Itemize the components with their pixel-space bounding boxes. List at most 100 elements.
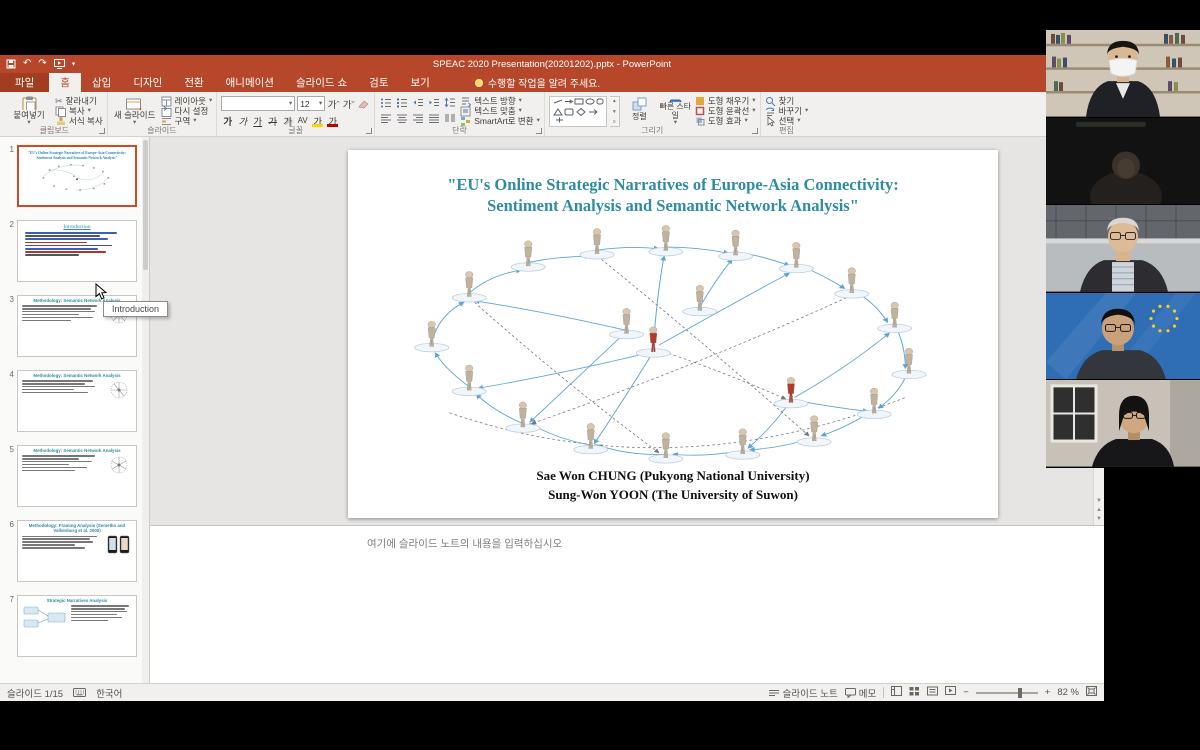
thumbnail-scrollbar[interactable] <box>142 137 149 683</box>
slide-thumbnail-5[interactable]: 5 Methodology: Semantic Network Analysis <box>4 445 137 507</box>
slide-title: "EU's Online Strategic Narratives of Eur… <box>376 174 970 217</box>
thumbnail-number: 1 <box>4 145 14 207</box>
notes-pane[interactable]: 여기에 슬라이드 노트의 내용을 입력하십시오 <box>150 525 1104 683</box>
shrink-font-button[interactable]: 가ˇ <box>342 97 355 110</box>
notes-icon <box>768 688 780 698</box>
arrange-icon <box>632 97 647 112</box>
font-group-label: 글꼴 <box>217 125 374 136</box>
zoom-percent[interactable]: 82 % <box>1057 687 1079 698</box>
tab-design[interactable]: 디자인 <box>122 73 173 92</box>
slide-editing-area[interactable]: "EU's Online Strategic Narratives of Eur… <box>348 150 998 518</box>
language-indicator[interactable]: 한국어 <box>96 686 122 700</box>
grow-font-button[interactable]: 가ˆ <box>327 97 340 110</box>
powerpoint-window: ↶ ↷ ▾ SPEAC 2020 Presentation(20201202).… <box>0 55 1104 701</box>
slide-thumbnail-7[interactable]: 7 Strategic Narratives Analysis <box>4 595 137 657</box>
decrease-indent-button[interactable] <box>411 96 425 109</box>
zoom-out-button[interactable]: − <box>963 687 969 698</box>
participant-video-5[interactable] <box>1046 380 1200 468</box>
columns-button[interactable] <box>443 112 457 125</box>
slideshow-view-button[interactable] <box>945 686 956 699</box>
clipboard-group: 붙여넣기▾ ✂잘라내기 복사▾ 서식 복사 클립보드 <box>2 92 108 136</box>
clipboard-dialog-launcher[interactable] <box>99 128 105 134</box>
drawing-group: ▲▼≡ 정렬 빠른 스타일▾ 도형 채우기▾ 도형 윤곽선▾ 도형 효과▾ 그리… <box>545 92 761 136</box>
slide-sorter-view-button[interactable] <box>909 686 920 699</box>
mini-network-image <box>25 161 129 193</box>
mini-phones-image <box>106 535 132 555</box>
thumbnail-number: 6 <box>4 520 14 582</box>
slide-canvas: "EU's Online Strategic Narratives of Eur… <box>150 137 1104 525</box>
font-size-combo[interactable]: 12▾ <box>297 96 325 111</box>
zoom-slider-thumb[interactable] <box>1018 688 1022 698</box>
tab-review[interactable]: 검토 <box>358 73 399 92</box>
status-bar: 슬라이드 1/15 한국어 슬라이드 노트 메모 − + 82 % <box>0 683 1104 701</box>
font-dialog-launcher[interactable] <box>366 128 372 134</box>
comments-button[interactable]: 메모 <box>845 686 876 700</box>
notes-placeholder[interactable]: 여기에 슬라이드 노트의 내용을 입력하십시오 <box>367 536 562 551</box>
editing-group: 찾기 바꾸기▾ 선택▾ 편집 <box>761 92 813 136</box>
drawing-dialog-launcher[interactable] <box>752 128 758 134</box>
justify-button[interactable] <box>427 112 441 125</box>
paste-button[interactable]: 붙여넣기▾ <box>6 94 52 125</box>
increase-indent-button[interactable] <box>427 96 441 109</box>
shape-gallery-scroll[interactable]: ▲▼≡ <box>610 96 620 127</box>
tell-me-box[interactable]: 수행할 작업을 알려 주세요. <box>467 73 608 92</box>
next-slide-icon[interactable]: ▼ <box>1096 516 1102 522</box>
shape-fill-icon <box>695 96 705 106</box>
shape-gallery[interactable] <box>549 96 607 127</box>
editing-group-label: 편집 <box>761 125 813 136</box>
qat-dropdown-icon[interactable]: ▾ <box>72 61 76 68</box>
previous-slide-icon[interactable]: ▲ <box>1096 507 1102 513</box>
tab-animations[interactable]: 애니메이션 <box>215 73 285 92</box>
quick-styles-button[interactable]: 빠른 스타일▾ <box>659 94 692 125</box>
slide-author-2: Sung-Won YOON (The University of Suwon) <box>348 486 998 505</box>
zoom-slider[interactable] <box>976 692 1038 694</box>
participant-video-4[interactable] <box>1046 293 1200 381</box>
slide-thumbnail-1[interactable]: 1 "EU's Online Strategic Narratives of E… <box>4 145 137 207</box>
slide-authors: Sae Won CHUNG (Pukyong National Universi… <box>348 467 998 505</box>
align-right-button[interactable] <box>411 112 425 125</box>
participant-video-2[interactable] <box>1046 118 1200 206</box>
text-lines <box>71 604 132 621</box>
align-center-button[interactable] <box>395 112 409 125</box>
participant-3-webcam <box>1046 205 1200 292</box>
scroll-down-icon[interactable]: ▼ <box>1096 498 1102 504</box>
paragraph-group-label: 단락 <box>375 125 544 136</box>
thumbnail-tooltip: Introduction <box>103 301 168 317</box>
normal-view-button[interactable] <box>891 686 902 699</box>
tab-slideshow[interactable]: 슬라이드 쇼 <box>285 73 358 92</box>
paragraph-dialog-launcher[interactable] <box>536 128 542 134</box>
tab-home[interactable]: 홈 <box>49 73 81 92</box>
notes-toggle-button[interactable]: 슬라이드 노트 <box>768 686 838 700</box>
text-lines <box>22 454 103 471</box>
align-left-button[interactable] <box>379 112 393 125</box>
paste-icon <box>20 96 39 110</box>
bullets-button[interactable] <box>379 96 393 109</box>
slide-thumbnail-2[interactable]: 2 Introduction <box>4 220 137 282</box>
start-slideshow-icon[interactable] <box>54 59 65 69</box>
undo-icon[interactable]: ↶ <box>23 59 31 69</box>
ribbon-tab-bar: 파일 홈 삽입 디자인 전환 애니메이션 슬라이드 쇼 검토 보기 수행할 작업… <box>0 73 1104 92</box>
shape-outline-icon <box>695 106 705 116</box>
tab-transitions[interactable]: 전환 <box>173 73 214 92</box>
participant-video-3[interactable] <box>1046 205 1200 293</box>
slide-thumbnail-4[interactable]: 4 Methodology: Semantic Network Analysis <box>4 370 137 432</box>
arrange-button[interactable]: 정렬 <box>623 94 656 125</box>
redo-icon[interactable]: ↷ <box>38 59 46 69</box>
tab-view[interactable]: 보기 <box>400 73 441 92</box>
line-spacing-button[interactable] <box>443 96 457 109</box>
numbering-button[interactable] <box>395 96 409 109</box>
mini-network-blob <box>106 379 132 401</box>
tab-insert[interactable]: 삽입 <box>81 73 122 92</box>
zoom-in-button[interactable]: + <box>1045 687 1051 698</box>
fit-to-window-button[interactable] <box>1086 686 1097 699</box>
clear-format-button[interactable] <box>357 97 370 110</box>
new-slide-button[interactable]: 새 슬라이드▾ <box>112 94 158 125</box>
mini-network-blob <box>106 454 132 476</box>
file-tab[interactable]: 파일 <box>0 73 49 92</box>
font-name-combo[interactable]: ▾ <box>221 96 295 111</box>
thumbnail-number: 4 <box>4 370 14 432</box>
slide-thumbnail-6[interactable]: 6 Methodology: Framing Analysis (Semetko… <box>4 520 137 582</box>
save-icon[interactable] <box>6 59 16 69</box>
reading-view-button[interactable] <box>927 686 938 699</box>
participant-video-1[interactable] <box>1046 30 1200 118</box>
